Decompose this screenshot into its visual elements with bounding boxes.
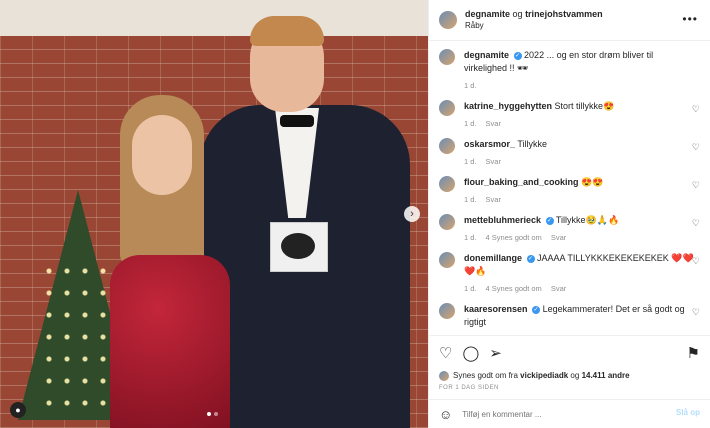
comment-time: 1 d. bbox=[464, 157, 477, 166]
post-date: FOR 1 DAG SIDEN bbox=[439, 385, 499, 391]
carousel-dot bbox=[214, 412, 218, 416]
reply-button[interactable]: Svar bbox=[486, 195, 501, 204]
caption-time: 1 d. bbox=[464, 81, 477, 90]
comment-text: Tillykke bbox=[517, 139, 548, 149]
more-icon[interactable]: ••• bbox=[682, 12, 698, 26]
liker-user[interactable]: vickipediadk bbox=[520, 370, 568, 382]
verified-icon: ✓ bbox=[532, 305, 541, 314]
post-sidebar: degnamite og trinejohstvammen Råby ••• d… bbox=[428, 0, 710, 428]
comment-row: oskarsmor_ Tillykke 1 d. Svar ♡ bbox=[439, 138, 700, 166]
comment-text: Tillykke🥹🙏🔥 bbox=[555, 215, 620, 225]
post-photo[interactable]: › ● bbox=[0, 0, 428, 428]
next-photo-button[interactable]: › bbox=[404, 206, 420, 222]
post-header: degnamite og trinejohstvammen Råby ••• bbox=[429, 0, 710, 41]
emoji-icon[interactable]: ☺ bbox=[439, 407, 452, 422]
heart-icon[interactable]: ♡ bbox=[692, 104, 700, 115]
author-name[interactable]: degnamite bbox=[465, 9, 510, 19]
comment-input[interactable] bbox=[460, 408, 645, 420]
likes-count[interactable]: 14.411 andre bbox=[582, 370, 630, 382]
reply-button[interactable]: Svar bbox=[551, 233, 566, 242]
comment-text: Stort tillykke😍 bbox=[554, 101, 615, 111]
verified-icon: ✓ bbox=[545, 216, 554, 225]
comment-likes[interactable]: 4 Synes godt om bbox=[486, 284, 542, 293]
comments-list: degnamite ✓ 2022 ... og en stor drøm bli… bbox=[429, 41, 710, 335]
comment-user[interactable]: donemillange bbox=[464, 253, 522, 263]
comment-avatar[interactable] bbox=[439, 303, 455, 319]
comment-icon[interactable]: ◯ bbox=[462, 344, 479, 362]
heart-icon[interactable]: ♡ bbox=[439, 344, 452, 362]
carousel-dot-active bbox=[207, 412, 211, 416]
ultrasound-photo bbox=[270, 222, 328, 272]
post-comment-button[interactable]: Slå op bbox=[676, 408, 700, 417]
woman-figure bbox=[110, 95, 240, 428]
comment-row: donemillange ✓ JAAAA TILLYKKKEKEKEKEKEK … bbox=[439, 252, 700, 293]
tree-lights bbox=[40, 260, 120, 410]
comment-text: 😍😍 bbox=[581, 177, 604, 187]
bookmark-icon[interactable]: ⚑ bbox=[687, 344, 700, 362]
caption-user[interactable]: degnamite bbox=[464, 50, 509, 60]
comment-user[interactable]: mettebluhmerieck bbox=[464, 215, 541, 225]
liker-avatar bbox=[439, 371, 449, 381]
coauthor-name[interactable]: trinejohstvammen bbox=[525, 9, 603, 19]
comment-row: mettebluhmerieck ✓ Tillykke🥹🙏🔥 1 d. 4 Sy… bbox=[439, 214, 700, 242]
likes-summary: Synes godt om fra vickipediadk og 14.411… bbox=[429, 370, 710, 382]
comment-time: 1 d. bbox=[464, 284, 477, 293]
comment-row: flour_baking_and_cooking 😍😍 1 d. Svar ♡ bbox=[439, 176, 700, 204]
comment-time: 1 d. bbox=[464, 119, 477, 128]
post-location[interactable]: Råby bbox=[465, 20, 603, 32]
comment-likes[interactable]: 4 Synes godt om bbox=[486, 233, 542, 242]
reply-button[interactable]: Svar bbox=[486, 119, 501, 128]
comment-avatar[interactable] bbox=[439, 100, 455, 116]
verified-icon: ✓ bbox=[513, 51, 522, 60]
reply-button[interactable]: Svar bbox=[486, 157, 501, 166]
heart-icon[interactable]: ♡ bbox=[692, 218, 700, 229]
comment-avatar[interactable] bbox=[439, 138, 455, 154]
share-icon[interactable]: ➢ bbox=[489, 344, 502, 362]
tagged-users-icon[interactable]: ● bbox=[10, 402, 26, 418]
reply-button[interactable]: Svar bbox=[551, 284, 566, 293]
comment-time: 1 d. bbox=[464, 233, 477, 242]
comment-user[interactable]: katrine_hyggehytten bbox=[464, 101, 552, 111]
comment-avatar[interactable] bbox=[439, 214, 455, 230]
comment-user[interactable]: flour_baking_and_cooking bbox=[464, 177, 579, 187]
add-comment-bar: ☺ Slå op bbox=[429, 399, 710, 428]
caption: degnamite ✓ 2022 ... og en stor drøm bli… bbox=[439, 49, 700, 90]
heart-icon[interactable]: ♡ bbox=[692, 142, 700, 153]
heart-icon[interactable]: ♡ bbox=[692, 180, 700, 191]
comment-avatar[interactable] bbox=[439, 176, 455, 192]
caption-avatar[interactable] bbox=[439, 49, 455, 65]
comment-row: katrine_hyggehytten Stort tillykke😍 1 d.… bbox=[439, 100, 700, 128]
comment-avatar[interactable] bbox=[439, 252, 455, 268]
coauthor-sep: og bbox=[512, 9, 523, 19]
comment-time: 1 d. bbox=[464, 195, 477, 204]
author-avatar[interactable] bbox=[439, 11, 457, 29]
heart-icon[interactable]: ♡ bbox=[692, 307, 700, 318]
heart-icon[interactable]: ♡ bbox=[692, 256, 700, 267]
comment-user[interactable]: kaaresorensen bbox=[464, 304, 528, 314]
comment-user[interactable]: oskarsmor_ bbox=[464, 139, 515, 149]
action-bar: ♡ ◯ ➢ ⚑ bbox=[429, 335, 710, 370]
comment-row: kaaresorensen ✓ Legekammerater! Det er s… bbox=[439, 303, 700, 335]
verified-icon: ✓ bbox=[526, 254, 535, 263]
